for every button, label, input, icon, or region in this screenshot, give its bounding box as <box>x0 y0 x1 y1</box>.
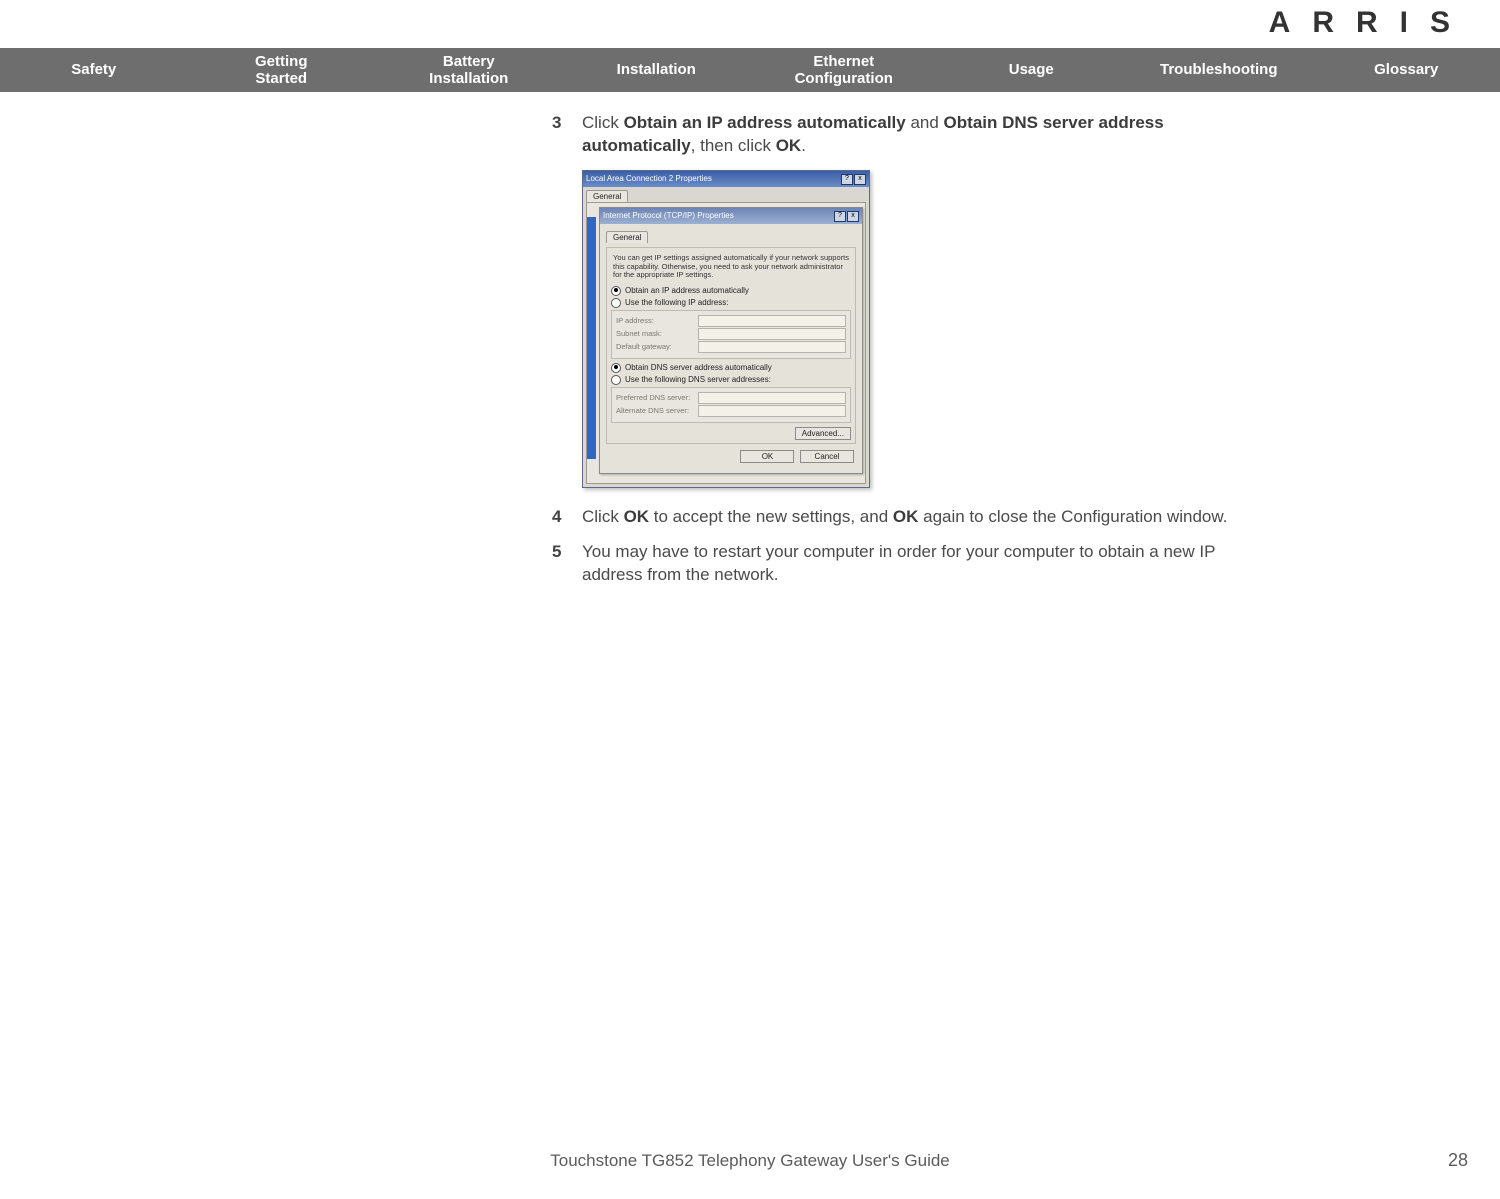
t: to accept the new settings, and <box>649 507 893 526</box>
top-nav: Safety Getting Started Battery Installat… <box>0 48 1500 92</box>
input-pdns[interactable] <box>698 392 846 404</box>
radio-dot-icon <box>611 363 621 373</box>
radio-obtain-ip[interactable]: Obtain an IP address automatically <box>611 286 851 296</box>
footer-page-number: 28 <box>1448 1150 1468 1171</box>
inner-window-title: Internet Protocol (TCP/IP) Properties <box>603 211 734 220</box>
nav-glossary[interactable]: Glossary <box>1313 59 1500 80</box>
radio-obtain-dns[interactable]: Obtain DNS server address automatically <box>611 363 851 373</box>
inner-window: Internet Protocol (TCP/IP) Properties ?x… <box>599 207 863 474</box>
outer-titlebar: Local Area Connection 2 Properties ?x <box>583 171 869 187</box>
nav-usage[interactable]: Usage <box>938 59 1126 80</box>
radio-label: Use the following DNS server addresses: <box>625 375 771 384</box>
step-text: Click Obtain an IP address automatically… <box>582 112 1252 158</box>
window-buttons: ?x <box>833 210 859 222</box>
ip-field-group: IP address: Subnet mask: Default gateway… <box>611 310 851 359</box>
help-icon[interactable]: ? <box>834 211 846 222</box>
input-gateway[interactable] <box>698 341 846 353</box>
input-adns[interactable] <box>698 405 846 417</box>
advanced-button[interactable]: Advanced... <box>795 427 851 440</box>
step-number: 3 <box>552 112 582 158</box>
t: OK <box>893 507 919 526</box>
window-buttons: ?x <box>840 173 866 185</box>
step-number: 4 <box>552 506 582 529</box>
t: and <box>906 113 944 132</box>
step-text: You may have to restart your computer in… <box>582 541 1252 587</box>
dns-field-group: Preferred DNS server: Alternate DNS serv… <box>611 387 851 423</box>
footer-title: Touchstone TG852 Telephony Gateway User'… <box>0 1151 1500 1171</box>
decorative-stripe <box>587 217 596 459</box>
t: OK <box>776 136 802 155</box>
close-icon[interactable]: x <box>854 174 866 185</box>
t: OK <box>624 507 650 526</box>
label-adns: Alternate DNS server: <box>616 406 694 415</box>
step-text: Click OK to accept the new settings, and… <box>582 506 1252 529</box>
nav-getting-started[interactable]: Getting Started <box>188 51 376 90</box>
step-4: 4 Click OK to accept the new settings, a… <box>552 506 1252 529</box>
t: . <box>801 136 806 155</box>
radio-dot-icon <box>611 298 621 308</box>
brand-logo: ARRIS <box>1269 6 1472 40</box>
ok-button[interactable]: OK <box>740 450 794 463</box>
t: Click <box>582 507 624 526</box>
label-subnet: Subnet mask: <box>616 329 694 338</box>
step-3: 3 Click Obtain an IP address automatical… <box>552 112 1252 158</box>
input-ip[interactable] <box>698 315 846 327</box>
radio-use-ip[interactable]: Use the following IP address: <box>611 298 851 308</box>
cancel-button[interactable]: Cancel <box>800 450 854 463</box>
t: again to close the Configura­tion window… <box>918 507 1227 526</box>
close-icon[interactable]: x <box>847 211 859 222</box>
outer-tabstrip: General <box>583 187 869 202</box>
radio-label: Obtain an IP address automatically <box>625 286 749 295</box>
tab-general-inner[interactable]: General <box>606 231 648 243</box>
nav-installation[interactable]: Installation <box>563 59 751 80</box>
dialog-description: You can get IP settings assigned automat… <box>613 254 849 280</box>
nav-troubleshooting[interactable]: Troubleshooting <box>1125 59 1313 80</box>
radio-dot-icon <box>611 375 621 385</box>
radio-label: Obtain DNS server address automatically <box>625 363 772 372</box>
input-subnet[interactable] <box>698 328 846 340</box>
step-5: 5 You may have to restart your computer … <box>552 541 1252 587</box>
radio-dot-icon <box>611 286 621 296</box>
label-pdns: Preferred DNS server: <box>616 393 694 402</box>
nav-battery-installation[interactable]: Battery Installation <box>375 51 563 90</box>
outer-window-title: Local Area Connection 2 Properties <box>586 174 712 183</box>
label-ip: IP address: <box>616 316 694 325</box>
t: Obtain an IP address automatically <box>624 113 906 132</box>
radio-label: Use the following IP address: <box>625 298 728 307</box>
help-icon[interactable]: ? <box>841 174 853 185</box>
nav-ethernet-configuration[interactable]: Ethernet Configuration <box>750 51 938 90</box>
label-gateway: Default gateway: <box>616 342 694 351</box>
embedded-dialog-screenshot: Local Area Connection 2 Properties ?x Ge… <box>582 170 1252 488</box>
t: , then click <box>691 136 776 155</box>
radio-use-dns[interactable]: Use the following DNS server addresses: <box>611 375 851 385</box>
outer-window: Local Area Connection 2 Properties ?x Ge… <box>582 170 870 488</box>
tab-general-outer[interactable]: General <box>586 190 628 202</box>
step-number: 5 <box>552 541 582 587</box>
inner-titlebar: Internet Protocol (TCP/IP) Properties ?x <box>600 208 862 224</box>
t: Click <box>582 113 624 132</box>
nav-safety[interactable]: Safety <box>0 59 188 80</box>
main-content: 3 Click Obtain an IP address automatical… <box>552 112 1252 599</box>
